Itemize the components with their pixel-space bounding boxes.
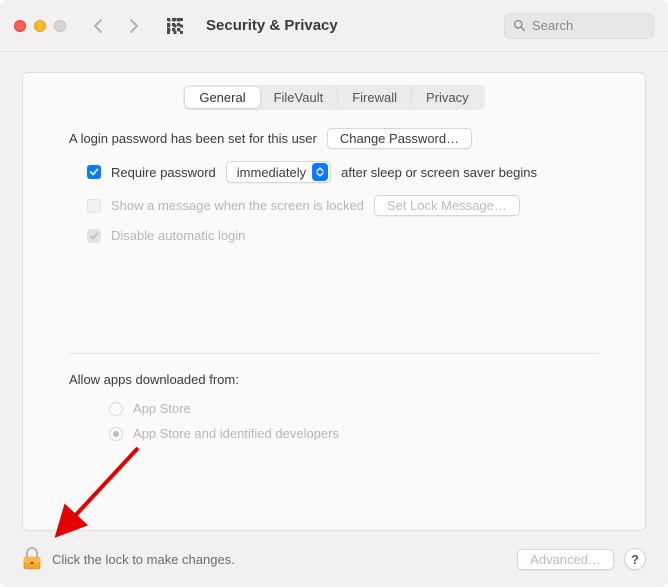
window-title: Security & Privacy <box>206 17 338 34</box>
preference-window: Security & Privacy Search General FileVa… <box>0 0 668 587</box>
close-window-button[interactable] <box>14 20 26 32</box>
show-message-label: Show a message when the screen is locked <box>111 198 364 213</box>
settings-panel: General FileVault Firewall Privacy A log… <box>22 72 646 531</box>
require-delay-value: immediately <box>237 165 306 180</box>
grid-icon <box>167 18 183 34</box>
show-message-checkbox <box>87 199 101 213</box>
disable-auto-login-checkbox <box>87 229 101 243</box>
back-button[interactable] <box>84 14 112 38</box>
disable-auto-login-row: Disable automatic login <box>87 228 599 243</box>
set-lock-message-button: Set Lock Message… <box>374 195 520 216</box>
tab-group: General FileVault Firewall Privacy <box>183 85 484 110</box>
show-all-button[interactable] <box>162 14 188 38</box>
chevron-left-icon <box>92 18 104 34</box>
require-password-label-post: after sleep or screen saver begins <box>341 165 537 180</box>
minimize-window-button[interactable] <box>34 20 46 32</box>
require-password-checkbox[interactable] <box>87 165 101 179</box>
checkmark-icon <box>89 231 99 241</box>
identified-devs-option-row: App Store and identified developers <box>109 426 599 441</box>
chevron-right-icon <box>128 18 140 34</box>
lock-text: Click the lock to make changes. <box>52 552 235 567</box>
select-stepper-icon <box>312 163 328 181</box>
tab-filevault[interactable]: FileVault <box>260 87 339 108</box>
app-store-label: App Store <box>133 401 191 416</box>
app-store-radio <box>109 402 123 416</box>
search-icon <box>513 19 526 32</box>
disable-auto-login-label: Disable automatic login <box>111 228 245 243</box>
zoom-window-button <box>54 20 66 32</box>
tab-bar: General FileVault Firewall Privacy <box>23 85 645 110</box>
allow-apps-label: Allow apps downloaded from: <box>69 372 599 387</box>
lock-icon <box>22 547 42 571</box>
login-password-row: A login password has been set for this u… <box>69 128 599 149</box>
search-placeholder: Search <box>532 18 573 33</box>
change-password-button[interactable]: Change Password… <box>327 128 472 149</box>
checkmark-icon <box>89 167 99 177</box>
tab-firewall[interactable]: Firewall <box>338 87 412 108</box>
tab-general[interactable]: General <box>185 87 259 108</box>
login-password-label: A login password has been set for this u… <box>69 131 317 146</box>
require-delay-select[interactable]: immediately <box>226 161 331 183</box>
forward-button <box>120 14 148 38</box>
general-settings: A login password has been set for this u… <box>23 128 645 441</box>
tab-privacy[interactable]: Privacy <box>412 87 483 108</box>
identified-devs-label: App Store and identified developers <box>133 426 339 441</box>
divider <box>69 353 599 354</box>
require-password-row: Require password immediately after sleep… <box>87 161 599 183</box>
help-button[interactable]: ? <box>624 548 646 570</box>
identified-devs-radio <box>109 427 123 441</box>
allow-apps-options: App Store App Store and identified devel… <box>109 401 599 441</box>
show-message-row: Show a message when the screen is locked… <box>87 195 599 216</box>
toolbar: Security & Privacy Search <box>0 0 668 52</box>
advanced-button: Advanced… <box>517 549 614 570</box>
search-field[interactable]: Search <box>504 13 654 39</box>
footer: Click the lock to make changes. Advanced… <box>0 531 668 587</box>
app-store-option-row: App Store <box>109 401 599 416</box>
content-area: General FileVault Firewall Privacy A log… <box>0 52 668 531</box>
require-password-label-pre: Require password <box>111 165 216 180</box>
lock-button[interactable]: Click the lock to make changes. <box>22 547 235 571</box>
traffic-lights <box>14 20 66 32</box>
